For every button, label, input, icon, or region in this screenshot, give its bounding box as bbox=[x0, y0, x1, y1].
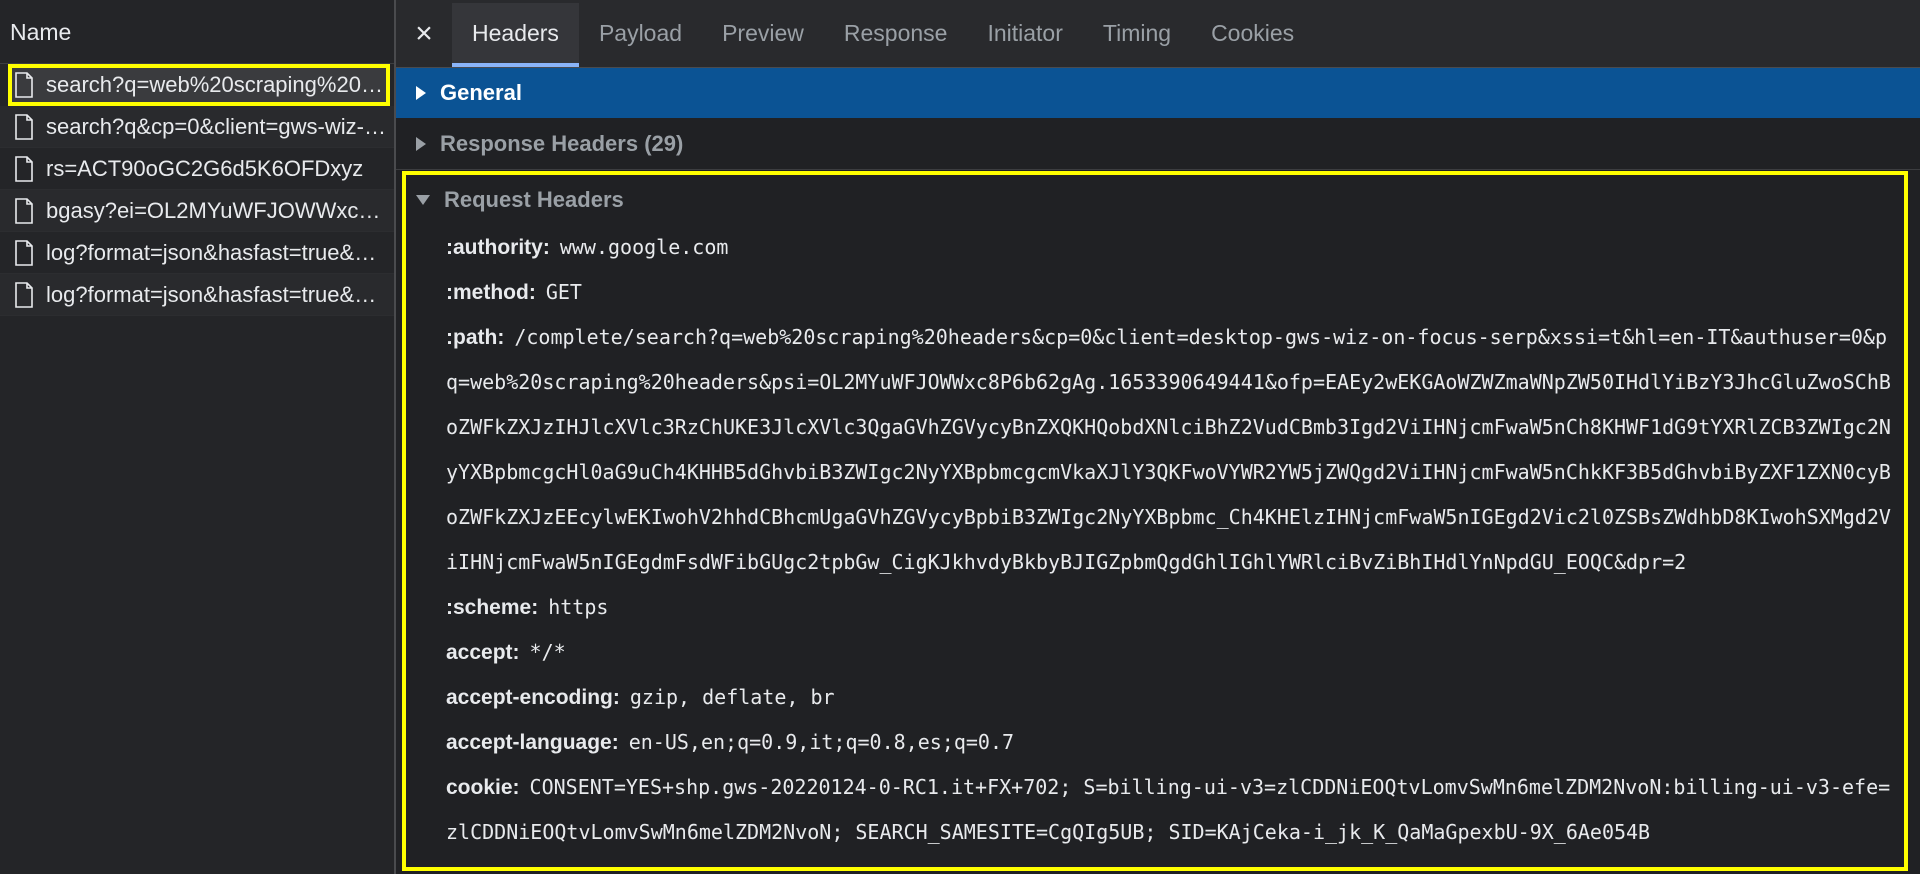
request-name: log?format=json&hasfast=true&authuser=0 bbox=[46, 239, 386, 265]
expand-triangle-icon bbox=[416, 136, 426, 151]
details-tab-bar: × Headers Payload Preview Response Initi… bbox=[396, 0, 1920, 68]
request-headers-title: Request Headers bbox=[444, 187, 624, 212]
header-key: accept-language: bbox=[446, 731, 619, 754]
request-item[interactable]: bgasy?ei=OL2MYuWFJOWWxc8P6b62gAg bbox=[0, 190, 394, 232]
header-key: cookie: bbox=[446, 776, 520, 799]
request-name: rs=ACT90oGC2G6d5K6OFDxyz bbox=[46, 155, 364, 181]
header-row-scheme: :scheme: https bbox=[446, 585, 1898, 630]
response-headers-title: Response Headers (29) bbox=[440, 130, 684, 156]
name-column-header[interactable]: Name bbox=[0, 0, 394, 64]
header-value: GET bbox=[545, 280, 582, 304]
header-key: :scheme: bbox=[446, 596, 539, 619]
request-name: bgasy?ei=OL2MYuWFJOWWxc8P6b62gAg bbox=[46, 197, 386, 223]
header-value: /complete/search?q=web%20scraping%20head… bbox=[446, 325, 1891, 574]
general-section-title: General bbox=[440, 80, 522, 105]
tab-cookies[interactable]: Cookies bbox=[1191, 3, 1314, 67]
request-item[interactable]: search?q=web%20scraping%20headers bbox=[8, 64, 390, 106]
tab-response[interactable]: Response bbox=[824, 3, 968, 67]
collapse-triangle-icon bbox=[416, 195, 430, 205]
document-icon bbox=[15, 239, 33, 266]
header-row-accept: accept: */* bbox=[446, 630, 1898, 675]
devtools-network-panel: Name search?q=web%20scraping%20headers s… bbox=[0, 0, 1920, 874]
tab-timing[interactable]: Timing bbox=[1083, 3, 1191, 67]
header-value: gzip, deflate, br bbox=[629, 685, 835, 709]
header-value: https bbox=[548, 595, 609, 619]
header-key: :path: bbox=[446, 326, 505, 349]
request-name: search?q=web%20scraping%20headers bbox=[46, 71, 386, 97]
request-item[interactable]: rs=ACT90oGC2G6d5K6OFDxyz bbox=[0, 148, 394, 190]
document-icon bbox=[15, 71, 33, 98]
header-value: CONSENT=YES+shp.gws-20220124-0-RC1.it+FX… bbox=[446, 775, 1891, 844]
tab-preview[interactable]: Preview bbox=[702, 3, 824, 67]
request-list: search?q=web%20scraping%20headers search… bbox=[0, 64, 394, 316]
response-headers-section-toggle[interactable]: Response Headers (29) bbox=[396, 118, 1920, 170]
header-row-accept-language: accept-language: en-US,en;q=0.9,it;q=0.8,… bbox=[446, 720, 1898, 765]
request-headers-section-toggle[interactable]: Request Headers bbox=[406, 175, 1904, 225]
request-headers-section: Request Headers :authority: www.google.co… bbox=[402, 171, 1908, 871]
header-row-authority: :authority: www.google.com bbox=[446, 225, 1898, 270]
request-item[interactable]: log?format=json&hasfast=true&authuser=0 bbox=[0, 232, 394, 274]
expand-triangle-icon bbox=[416, 86, 426, 100]
header-row-cookie: cookie: CONSENT=YES+shp.gws-20220124-0-RC… bbox=[446, 765, 1898, 855]
document-icon bbox=[15, 281, 33, 308]
tab-payload[interactable]: Payload bbox=[579, 3, 702, 67]
request-name: log?format=json&hasfast=true&authuser=0 bbox=[46, 281, 386, 307]
document-icon bbox=[15, 155, 33, 182]
header-row-accept-encoding: accept-encoding: gzip, deflate, br bbox=[446, 675, 1898, 720]
header-value: www.google.com bbox=[559, 235, 729, 259]
header-key: accept-encoding: bbox=[446, 686, 620, 709]
general-section-toggle[interactable]: General bbox=[396, 68, 1920, 118]
header-row-path: :path:/complete/search?q=web%20scraping%… bbox=[446, 315, 1898, 585]
document-icon bbox=[15, 113, 33, 140]
header-key: :method: bbox=[446, 281, 536, 304]
request-item[interactable]: search?q&cp=0&client=gws-wiz-serp bbox=[0, 106, 394, 148]
header-key: :authority: bbox=[446, 236, 550, 259]
header-value: en-US,en;q=0.9,it;q=0.8,es;q=0.7 bbox=[628, 730, 1015, 754]
request-name: search?q&cp=0&client=gws-wiz-serp bbox=[46, 113, 386, 139]
close-icon[interactable]: × bbox=[396, 1, 452, 67]
tab-headers[interactable]: Headers bbox=[452, 3, 579, 67]
document-icon bbox=[15, 197, 33, 224]
header-row-method: :method: GET bbox=[446, 270, 1898, 315]
request-headers-list: :authority: www.google.com :method: GET :p… bbox=[406, 225, 1904, 855]
tab-initiator[interactable]: Initiator bbox=[967, 3, 1082, 67]
request-item[interactable]: log?format=json&hasfast=true&authuser=0 bbox=[0, 274, 394, 316]
request-details-panel: × Headers Payload Preview Response Initi… bbox=[396, 0, 1920, 874]
header-value: */* bbox=[529, 640, 566, 664]
request-list-panel: Name search?q=web%20scraping%20headers s… bbox=[0, 0, 396, 874]
header-key: accept: bbox=[446, 641, 520, 664]
